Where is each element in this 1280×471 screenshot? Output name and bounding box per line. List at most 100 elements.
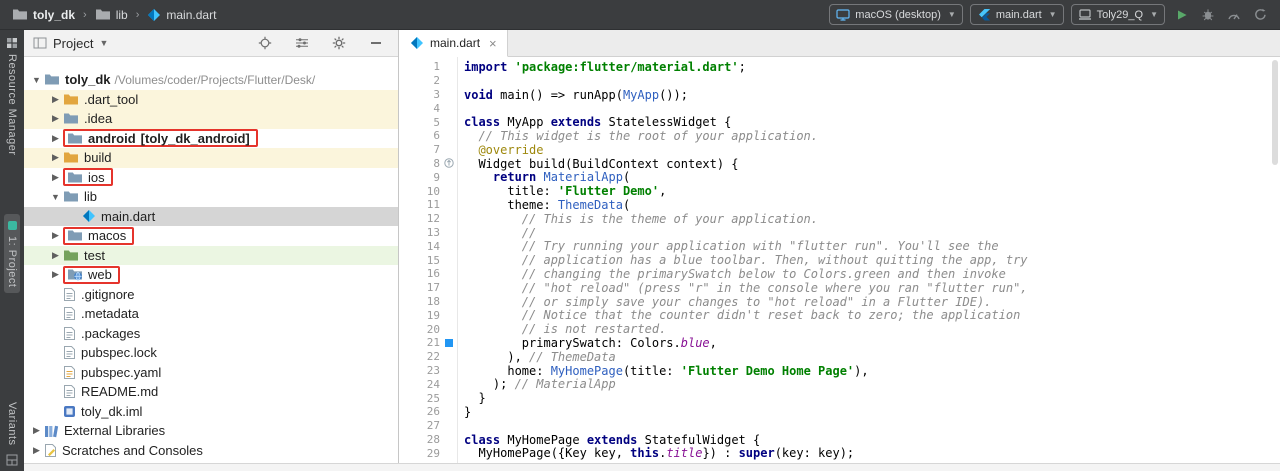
tree-item-idea[interactable]: ▶ .idea [24,109,398,129]
line-number[interactable]: 23 [414,364,440,377]
code-line[interactable]: } [464,391,1270,405]
profiler-button[interactable] [1224,5,1244,25]
chevron-right-icon[interactable]: ▶ [48,269,63,280]
chevron-right-icon[interactable]: ▶ [48,250,63,261]
code-line[interactable]: void main() => runApp(MyApp()); [464,88,1270,102]
chevron-right-icon[interactable]: ▶ [48,230,63,241]
line-number[interactable]: 5 [414,116,440,129]
attach-debugger-button[interactable] [1198,5,1218,25]
chevron-right-icon[interactable]: ▶ [48,113,63,124]
code-line[interactable]: // changing the primarySwatch below to C… [464,267,1270,281]
code-line[interactable]: // is not restarted. [464,322,1270,336]
color-preview-icon[interactable] [440,338,457,347]
line-number[interactable]: 24 [414,378,440,391]
code-line[interactable]: MyHomePage({Key key, this.title}) : supe… [464,446,1270,460]
line-number[interactable]: 20 [414,323,440,336]
tree-item-metadata[interactable]: .metadata [24,304,398,324]
line-number[interactable]: 3 [414,88,440,101]
code-line[interactable]: // "hot reload" (press "r" in the consol… [464,281,1270,295]
tree-item-toly-dk[interactable]: ▼ toly_dk /Volumes/coder/Projects/Flutter… [24,70,398,90]
breadcrumb-file[interactable]: main.dart [166,8,216,22]
toolwindow-switcher-icon[interactable] [6,454,18,466]
line-number[interactable]: 17 [414,281,440,294]
toolstrip-resource-manager[interactable]: Resource Manager [6,37,18,156]
chevron-down-icon[interactable]: ▼ [29,75,44,85]
line-number[interactable]: 7 [414,143,440,156]
tree-item-packages[interactable]: .packages [24,324,398,344]
tree-item-lib[interactable]: ▼ lib [24,187,398,207]
breadcrumb-project[interactable]: toly_dk [33,8,75,22]
locate-file-button[interactable] [255,33,275,53]
tree-item-web[interactable]: ▶ web [24,265,398,285]
code-line[interactable]: primarySwatch: Colors.blue, [464,336,1270,350]
line-number[interactable]: 14 [414,240,440,253]
line-number[interactable]: 25 [414,392,440,405]
chevron-right-icon[interactable]: ▶ [29,445,44,456]
tree-item-macos[interactable]: ▶ macos [24,226,398,246]
line-number[interactable]: 15 [414,254,440,267]
project-panel-title[interactable]: Project [53,36,93,51]
line-number[interactable]: 27 [414,419,440,432]
toolstrip-project-tab[interactable]: 1: Project [4,213,20,294]
tree-item-dart-tool[interactable]: ▶ .dart_tool [24,89,398,109]
tree-item-scratches-and-consoles[interactable]: ▶ Scratches and Consoles [24,441,398,461]
code-line[interactable]: ), // ThemeData [464,350,1270,364]
code-line[interactable]: return MaterialApp( [464,170,1270,184]
tree-item-ios[interactable]: ▶ ios [24,168,398,188]
overrides-method-icon[interactable] [440,158,457,169]
code-line[interactable]: Widget build(BuildContext context) { [464,157,1270,171]
tree-item-toly-dk-iml[interactable]: toly_dk.iml [24,402,398,422]
chevron-down-icon[interactable]: ▼ [99,38,108,48]
hot-restart-button[interactable] [1250,5,1270,25]
editor-scrollbar[interactable] [1270,57,1280,463]
code-line[interactable]: // or simply save your changes to "hot r… [464,295,1270,309]
code-line[interactable]: // application has a blue toolbar. Then,… [464,253,1270,267]
code-line[interactable]: home: MyHomePage(title: 'Flutter Demo Ho… [464,364,1270,378]
code-line[interactable]: class MyHomePage extends StatefulWidget … [464,433,1270,447]
code-line[interactable]: ); // MaterialApp [464,377,1270,391]
line-number[interactable]: 11 [414,198,440,211]
line-number[interactable]: 1 [414,60,440,73]
close-icon[interactable]: × [489,37,497,50]
tree-item-build[interactable]: ▶ build [24,148,398,168]
tree-item-pubspec-yaml[interactable]: pubspec.yaml [24,363,398,383]
code-line[interactable] [464,419,1270,433]
code-line[interactable] [464,74,1270,88]
line-number[interactable]: 26 [414,405,440,418]
run-config-selector[interactable]: main.dart ▼ [969,4,1064,25]
tree-item-pubspec-lock[interactable]: pubspec.lock [24,343,398,363]
line-number[interactable]: 9 [414,171,440,184]
chevron-right-icon[interactable]: ▶ [48,152,63,163]
line-number[interactable]: 4 [414,102,440,115]
code-line[interactable]: // [464,226,1270,240]
editor-code[interactable]: import 'package:flutter/material.dart'; v… [458,57,1270,463]
code-line[interactable]: @override [464,143,1270,157]
tree-item-android[interactable]: ▶ android [toly_dk_android] [24,129,398,149]
code-line[interactable] [464,101,1270,115]
line-number[interactable]: 28 [414,433,440,446]
code-line[interactable]: class MyApp extends StatelessWidget { [464,115,1270,129]
chevron-right-icon[interactable]: ▶ [48,172,63,183]
code-line[interactable]: // Notice that the counter didn't reset … [464,308,1270,322]
tree-item-main-dart[interactable]: main.dart [24,206,398,226]
tree-item-gitignore[interactable]: .gitignore [24,285,398,305]
code-line[interactable]: // Try running your application with "fl… [464,239,1270,253]
tab-main-dart[interactable]: main.dart × [400,30,508,57]
line-number[interactable]: 13 [414,226,440,239]
device-selector[interactable]: macOS (desktop) ▼ [829,4,963,25]
chevron-down-icon[interactable]: ▼ [48,192,63,202]
line-number[interactable]: 12 [414,212,440,225]
code-line[interactable]: // This widget is the root of your appli… [464,129,1270,143]
settings-button[interactable] [329,33,349,53]
line-number[interactable]: 2 [414,74,440,87]
hide-panel-button[interactable] [366,33,386,53]
secondary-device-selector[interactable]: Toly29_Q ▼ [1070,4,1165,25]
run-button[interactable] [1172,5,1192,25]
line-number[interactable]: 6 [414,129,440,142]
code-line[interactable]: // This is the theme of your application… [464,212,1270,226]
line-number[interactable]: 16 [414,267,440,280]
chevron-right-icon[interactable]: ▶ [48,133,63,144]
line-number[interactable]: 21 [414,336,440,349]
code-line[interactable]: } [464,405,1270,419]
code-line[interactable]: theme: ThemeData( [464,198,1270,212]
